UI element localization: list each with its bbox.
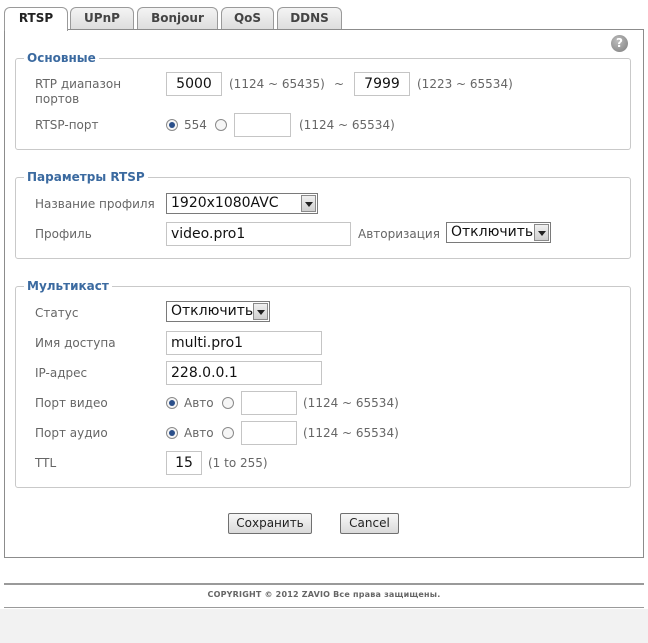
copyright-text: COPYRIGHT © 2012 ZAVIO Все права защищен… <box>207 590 441 599</box>
save-button[interactable]: Сохранить <box>228 513 312 534</box>
tab-upnp[interactable]: UPnP <box>70 7 134 30</box>
chevron-down-icon <box>534 224 549 241</box>
profile-name-label: Название профиля <box>35 197 155 211</box>
chevron-down-icon <box>301 195 316 212</box>
range-separator: ~ <box>334 77 345 91</box>
audio-auto-radio[interactable] <box>166 427 178 439</box>
profile-name-select[interactable]: 1920x1080AVC <box>166 193 318 214</box>
status-label: Статус <box>35 306 79 320</box>
ttl-input[interactable]: 15 <box>166 451 202 475</box>
rtp-start-input[interactable]: 5000 <box>166 72 222 96</box>
video-port-range: (1124 ~ 65534) <box>303 396 399 410</box>
multicast-legend: Мультикаст <box>24 279 112 293</box>
multicast-group <box>15 286 631 488</box>
rtsp-default-label: 554 <box>184 118 207 132</box>
ip-address-label: IP-адрес <box>35 366 88 380</box>
tab-bonjour[interactable]: Bonjour <box>137 7 218 30</box>
status-select[interactable]: Отключить <box>166 301 270 322</box>
rtp-end-input[interactable]: 7999 <box>354 72 410 96</box>
rtsp-params-legend: Параметры RTSP <box>24 170 148 184</box>
rtsp-default-radio[interactable] <box>166 119 178 131</box>
chevron-down-icon <box>253 303 268 320</box>
tab-qos[interactable]: QoS <box>221 7 274 30</box>
auth-select[interactable]: Отключить <box>446 222 551 243</box>
video-port-label: Порт видео <box>35 396 108 410</box>
basic-legend: Основные <box>24 51 99 65</box>
cancel-button[interactable]: Cancel <box>340 513 399 534</box>
ttl-range: (1 to 255) <box>208 456 268 470</box>
rtsp-port-input[interactable] <box>234 113 291 137</box>
audio-port-label: Порт аудио <box>35 426 108 440</box>
rtp-range-label: RTP диапазон портов <box>35 77 122 106</box>
audio-port-input[interactable] <box>241 421 297 445</box>
video-auto-label: Авто <box>184 396 214 410</box>
audio-custom-radio[interactable] <box>222 427 234 439</box>
rtsp-port-label: RTSP-порт <box>35 118 99 132</box>
audio-port-range: (1124 ~ 65534) <box>303 426 399 440</box>
profile-input[interactable]: video.pro1 <box>166 222 351 246</box>
tab-rtsp[interactable]: RTSP <box>4 7 68 31</box>
tab-ddns[interactable]: DDNS <box>277 7 342 30</box>
access-name-input[interactable]: multi.pro1 <box>166 331 322 355</box>
rtsp-custom-radio[interactable] <box>215 119 227 131</box>
rtsp-port-range: (1124 ~ 65534) <box>299 118 395 132</box>
rtp-end-range: (1223 ~ 65534) <box>417 77 513 91</box>
ip-address-input[interactable]: 228.0.0.1 <box>166 361 322 385</box>
help-icon[interactable]: ? <box>611 35 628 52</box>
video-auto-radio[interactable] <box>166 397 178 409</box>
footer-divider <box>4 583 644 585</box>
profile-label: Профиль <box>35 227 92 241</box>
rtp-start-range: (1124 ~ 65435) <box>229 77 325 91</box>
footer-divider-bottom <box>4 607 644 608</box>
video-port-input[interactable] <box>241 391 297 415</box>
access-name-label: Имя доступа <box>35 336 116 350</box>
audio-auto-label: Авто <box>184 426 214 440</box>
video-custom-radio[interactable] <box>222 397 234 409</box>
rtsp-params-group <box>15 177 631 259</box>
auth-label: Авторизация <box>358 227 440 241</box>
ttl-label: TTL <box>35 456 57 470</box>
bottom-bar <box>0 609 648 643</box>
